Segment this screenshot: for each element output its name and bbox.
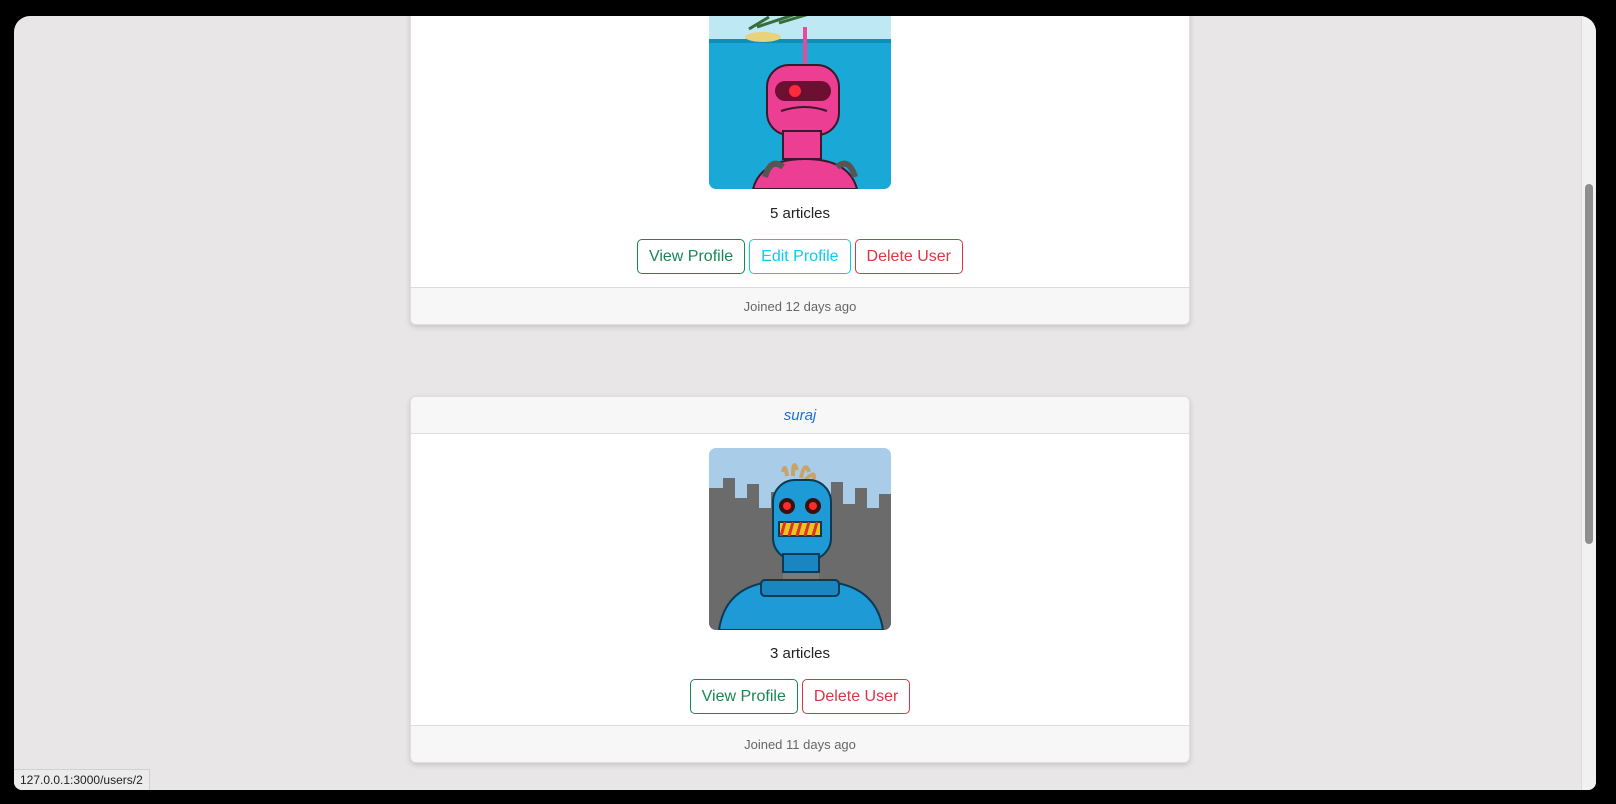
article-count: 3 articles (769, 645, 831, 662)
vertical-scrollbar[interactable] (1581, 16, 1596, 790)
view-profile-button[interactable]: View Profile (636, 239, 746, 274)
username-link[interactable]: suraj (784, 407, 817, 424)
view-profile-button[interactable]: View Profile (689, 679, 798, 714)
joined-footer: Joined 11 days ago (411, 725, 1189, 762)
user-actions: View Profile Edit Profile Delete User (411, 239, 1189, 274)
user-card: suraj 3 articles View Profile Delete Use… (410, 396, 1190, 763)
browser-viewport: 5 articles View Profile Edit Profile Del… (14, 16, 1596, 790)
delete-user-button[interactable]: Delete User (854, 239, 964, 274)
joined-footer: Joined 12 days ago (411, 287, 1189, 324)
user-card: 5 articles View Profile Edit Profile Del… (410, 16, 1190, 325)
user-actions: View Profile Delete User (411, 679, 1189, 714)
user-avatar-image[interactable] (709, 16, 891, 189)
card-header: suraj (411, 397, 1189, 434)
user-avatar-image[interactable] (709, 448, 891, 630)
delete-user-button[interactable]: Delete User (801, 679, 911, 714)
scrollbar-thumb[interactable] (1585, 184, 1593, 544)
status-bar-url: 127.0.0.1:3000/users/2 (14, 769, 150, 790)
window-frame: 5 articles View Profile Edit Profile Del… (8, 8, 1608, 796)
edit-profile-button[interactable]: Edit Profile (749, 239, 851, 274)
article-count: 5 articles (769, 205, 831, 222)
